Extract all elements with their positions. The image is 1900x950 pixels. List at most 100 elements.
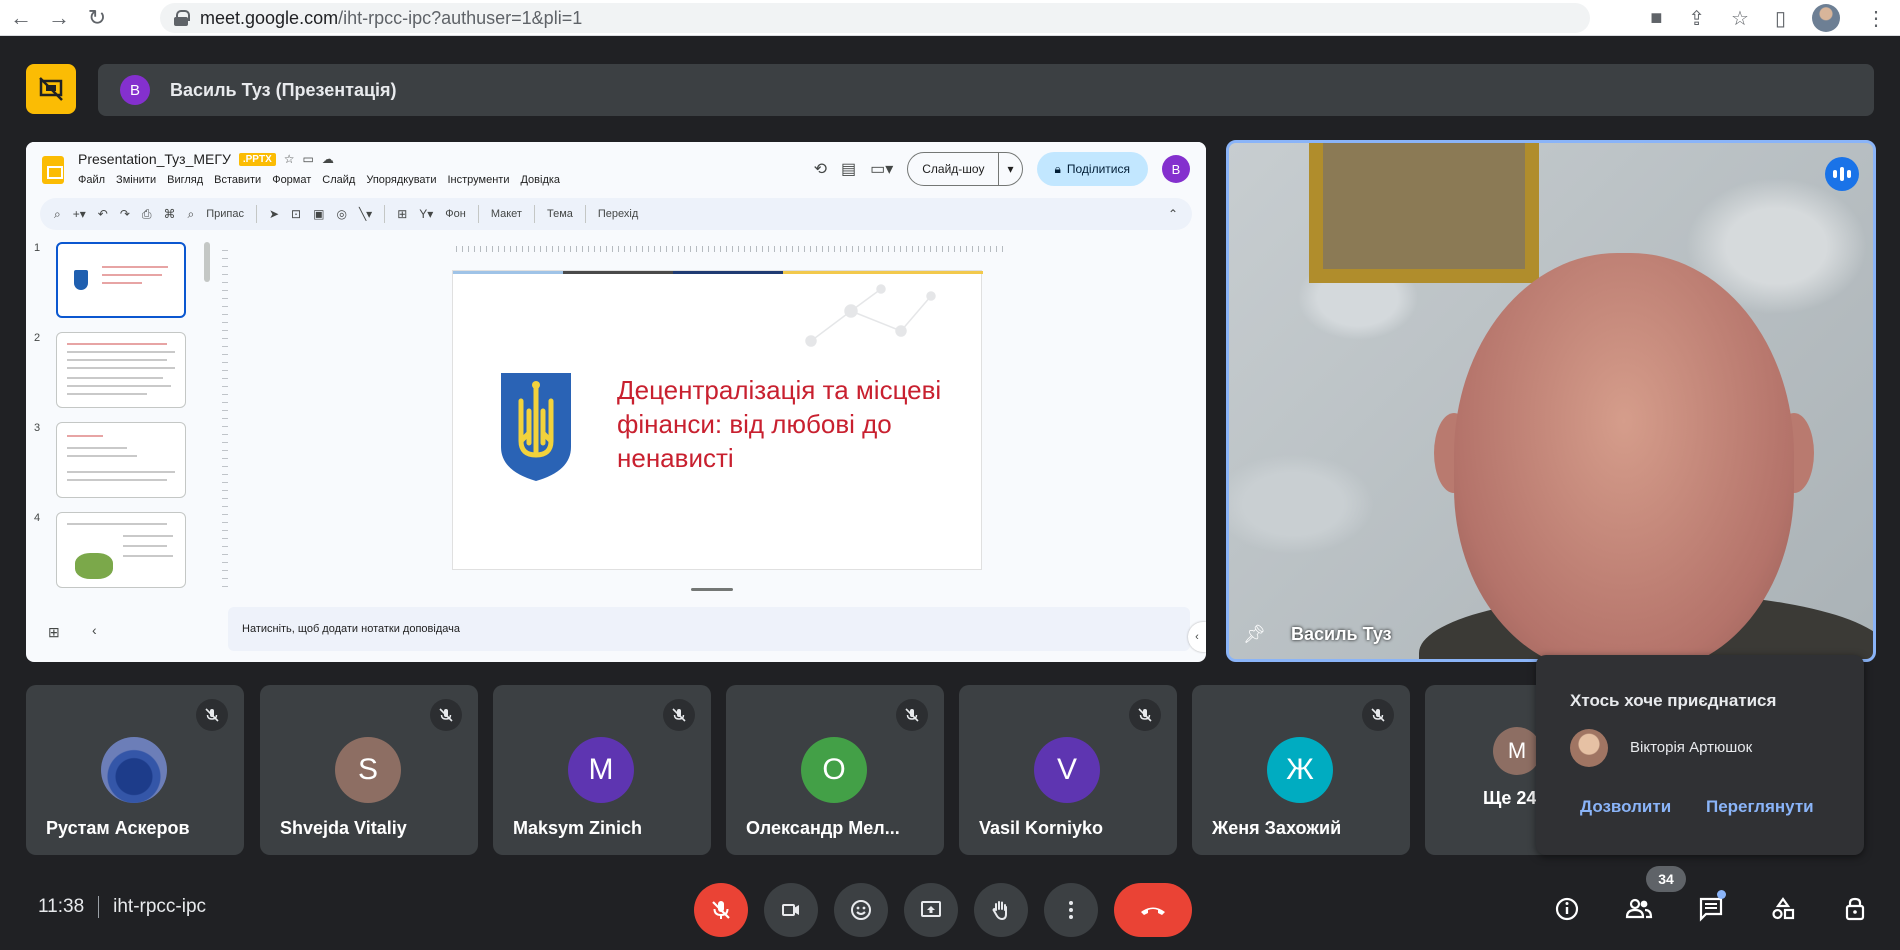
thumbnail-row[interactable]: 3 bbox=[34, 422, 186, 498]
forward-icon[interactable]: → bbox=[42, 3, 76, 33]
collapse-filmstrip-icon[interactable]: ‹ bbox=[92, 622, 97, 638]
participant-tile[interactable]: Рустам Аскеров bbox=[26, 685, 244, 855]
participant-tile[interactable]: V Vasil Korniyko bbox=[959, 685, 1177, 855]
stop-presenting-icon[interactable] bbox=[26, 64, 76, 114]
participant-tile[interactable]: Ж Женя Захожий bbox=[1192, 685, 1410, 855]
slide-thumbnail[interactable] bbox=[56, 512, 186, 588]
zoom-select[interactable]: Припас bbox=[206, 208, 244, 220]
redo-icon[interactable]: ↷ bbox=[120, 207, 130, 221]
theme-button[interactable]: Тема bbox=[547, 208, 573, 220]
host-controls-button[interactable] bbox=[1838, 892, 1872, 926]
view-requests-button[interactable]: Переглянути bbox=[1706, 797, 1814, 817]
profile-avatar[interactable] bbox=[1812, 4, 1840, 32]
mic-toggle-button[interactable] bbox=[694, 883, 748, 937]
current-slide[interactable]: Децентралізація та місцеві фінанси: від … bbox=[452, 270, 983, 570]
comment-add-icon[interactable]: ⊞ bbox=[397, 207, 407, 221]
account-avatar[interactable]: В bbox=[1162, 155, 1190, 183]
menu-view[interactable]: Вигляд bbox=[167, 174, 203, 186]
search-icon[interactable]: ⌕ bbox=[54, 207, 61, 222]
new-slide-icon[interactable]: +▾ bbox=[73, 207, 86, 221]
slideshow-button[interactable]: Слайд-шоу ▾ bbox=[907, 152, 1023, 186]
slide-filmstrip: 1 2 3 4 bbox=[26, 242, 216, 602]
activities-icon bbox=[1772, 897, 1795, 920]
cloud-status-icon[interactable]: ☁ bbox=[322, 152, 334, 166]
admit-button[interactable]: Дозволити bbox=[1580, 797, 1671, 817]
transition-button[interactable]: Перехід bbox=[598, 208, 638, 220]
line-icon[interactable]: ╲▾ bbox=[359, 207, 372, 221]
slide-thumbnail[interactable] bbox=[56, 422, 186, 498]
share-button[interactable]: 🔒︎ Поділитися bbox=[1036, 152, 1148, 186]
shape-icon[interactable]: ◎ bbox=[336, 207, 346, 221]
people-button[interactable] bbox=[1622, 892, 1656, 926]
thumbnail-row[interactable]: 2 bbox=[34, 332, 186, 408]
menu-edit[interactable]: Змінити bbox=[116, 174, 156, 186]
menu-insert[interactable]: Вставити bbox=[214, 174, 261, 186]
leave-call-button[interactable] bbox=[1114, 883, 1192, 937]
reload-icon[interactable]: ↻ bbox=[80, 3, 114, 33]
menu-file[interactable]: Файл bbox=[78, 174, 105, 186]
paint-format-icon[interactable]: ⌘ bbox=[164, 207, 176, 221]
hang-up-icon bbox=[1141, 907, 1165, 915]
text-box-icon[interactable]: ⊡ bbox=[291, 207, 301, 221]
chevron-down-icon[interactable]: ▾ bbox=[998, 153, 1021, 185]
activities-button[interactable] bbox=[1766, 892, 1800, 926]
slide-number: 1 bbox=[34, 242, 41, 254]
menu-help[interactable]: Довідка bbox=[520, 174, 560, 186]
slides-header: Presentation_Туз_МЕГУ .PPTX ☆ ▭ ☁ Файл З… bbox=[26, 142, 1206, 198]
participant-tile[interactable]: S Shvejda Vitaliy bbox=[260, 685, 478, 855]
notes-resize-handle[interactable] bbox=[691, 588, 733, 591]
chat-button[interactable] bbox=[1694, 890, 1728, 926]
more-options-button[interactable] bbox=[1044, 883, 1098, 937]
avatar: S bbox=[335, 737, 401, 803]
participant-tile[interactable]: O Олександр Мел... bbox=[726, 685, 944, 855]
reactions-button[interactable] bbox=[834, 883, 888, 937]
coat-of-arms-image bbox=[501, 373, 571, 481]
slide-number: 3 bbox=[34, 422, 41, 434]
speaker-video-tile[interactable]: 📌︎ Василь Туз bbox=[1226, 140, 1876, 662]
side-panel-icon[interactable]: ▯ bbox=[1775, 6, 1786, 31]
share-page-icon[interactable]: ⇪ bbox=[1688, 6, 1705, 31]
camera-toggle-button[interactable] bbox=[764, 883, 818, 937]
slide-thumbnail[interactable] bbox=[56, 332, 186, 408]
select-pointer-icon[interactable]: ➤ bbox=[269, 207, 279, 221]
move-folder-icon[interactable]: ▭ bbox=[303, 152, 314, 166]
layout-button[interactable]: Макет bbox=[491, 208, 522, 220]
meet-camera-icon[interactable]: ▭▾ bbox=[870, 159, 893, 179]
history-icon[interactable]: ⟲ bbox=[814, 159, 827, 179]
camera-permission-icon[interactable]: ■ bbox=[1650, 7, 1662, 30]
presenter-avatar: В bbox=[120, 75, 150, 105]
participant-tile[interactable]: M Maksym Zinich bbox=[493, 685, 711, 855]
mic-off-icon bbox=[896, 699, 928, 731]
meeting-info-button[interactable] bbox=[1550, 892, 1584, 926]
raise-hand-button[interactable] bbox=[974, 883, 1028, 937]
side-panel-toggle-icon[interactable]: ‹ bbox=[1188, 622, 1206, 652]
grid-view-icon[interactable]: ⊞ bbox=[48, 624, 60, 641]
join-request-person: Вікторія Артюшок bbox=[1630, 739, 1753, 756]
slide-thumbnail[interactable] bbox=[56, 242, 186, 318]
print-icon[interactable]: ⎙ bbox=[142, 207, 152, 222]
filmstrip-scrollbar[interactable] bbox=[204, 242, 210, 282]
back-icon[interactable]: ← bbox=[4, 3, 38, 33]
chevron-up-icon[interactable]: ⌃ bbox=[1168, 207, 1178, 221]
menu-slide[interactable]: Слайд bbox=[322, 174, 355, 186]
input-tools-icon[interactable]: Y▾ bbox=[419, 207, 433, 221]
address-bar[interactable]: meet.google.com/iht-rpcc-ipc?authuser=1&… bbox=[160, 3, 1590, 33]
menu-format[interactable]: Формат bbox=[272, 174, 311, 186]
browser-menu-icon[interactable]: ⋮ bbox=[1866, 6, 1886, 31]
comments-icon[interactable]: ▤ bbox=[841, 159, 856, 179]
thumbnail-row[interactable]: 1 bbox=[34, 242, 186, 318]
undo-icon[interactable]: ↶ bbox=[98, 207, 108, 221]
present-button[interactable] bbox=[904, 883, 958, 937]
star-icon[interactable]: ☆ bbox=[284, 152, 295, 166]
thumbnail-row[interactable]: 4 bbox=[34, 512, 186, 588]
speaker-face bbox=[1454, 253, 1794, 659]
menu-tools[interactable]: Інструменти bbox=[447, 174, 509, 186]
pin-icon[interactable]: 📌︎ bbox=[1243, 624, 1266, 645]
menu-arrange[interactable]: Упорядкувати bbox=[366, 174, 436, 186]
speaker-notes-field[interactable]: Натисніть, щоб додати нотатки доповідача bbox=[228, 607, 1190, 651]
bookmark-star-icon[interactable]: ☆ bbox=[1731, 6, 1749, 31]
background-button[interactable]: Фон bbox=[445, 208, 466, 220]
zoom-icon[interactable]: ⌕ bbox=[188, 207, 195, 222]
doc-title[interactable]: Presentation_Туз_МЕГУ bbox=[78, 151, 231, 167]
image-icon[interactable]: ▣ bbox=[313, 207, 324, 221]
